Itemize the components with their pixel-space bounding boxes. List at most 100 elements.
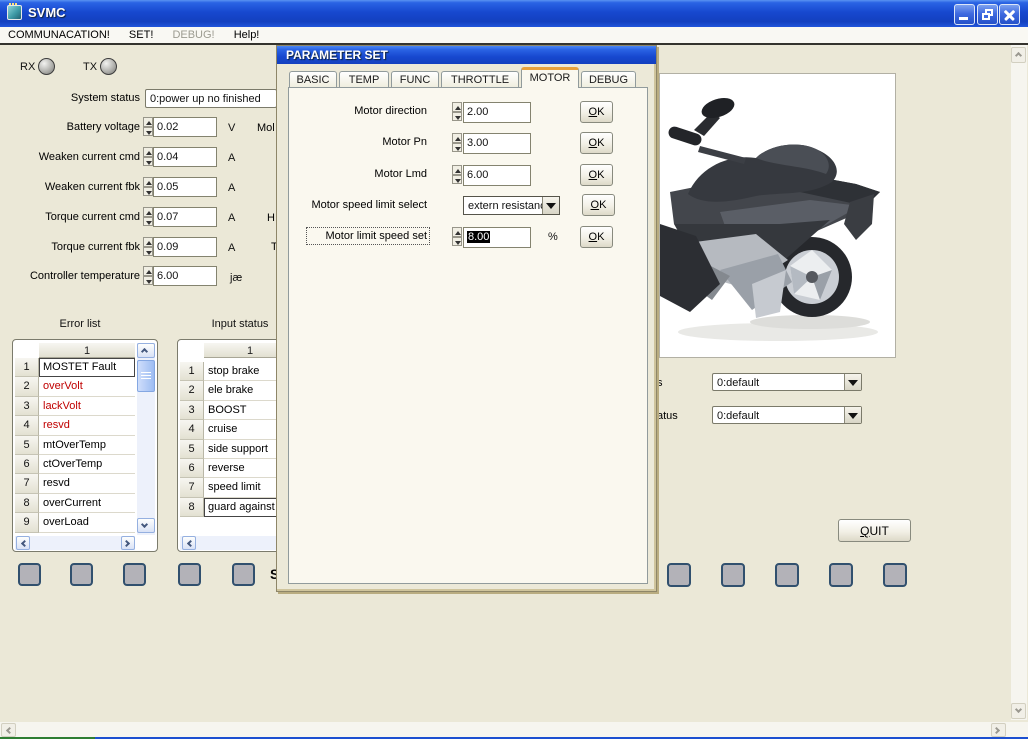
motor-pn-label: Motor Pn — [382, 136, 427, 148]
motor-speed-limit-select-ok-button[interactable]: OK — [582, 194, 615, 216]
table-row[interactable]: 6 ctOverTemp — [15, 454, 135, 475]
menu-communication[interactable]: COMMUNACATION! — [0, 27, 118, 43]
error-list-scroll-thumb[interactable] — [137, 360, 155, 392]
chevron-down-icon — [1014, 705, 1023, 714]
controller-temperature-stepper[interactable] — [143, 266, 153, 285]
motor-direction-stepper[interactable] — [452, 102, 462, 121]
main-scroll-down-button[interactable] — [1011, 703, 1026, 719]
weaken-current-cmd-stepper[interactable] — [143, 147, 153, 166]
motor-pn-stepper[interactable] — [452, 133, 462, 152]
tab-motor[interactable]: MOTOR — [521, 67, 579, 88]
right-dropdown-1[interactable]: 0:default — [712, 373, 862, 391]
main-scroll-right-button[interactable] — [991, 723, 1006, 737]
motor-pn-ok-button[interactable]: OK — [580, 132, 613, 154]
table-row[interactable]: 7 resvd — [15, 474, 135, 494]
main-vscroll[interactable] — [1011, 45, 1027, 720]
title-bar[interactable]: SVMC — [0, 0, 1028, 27]
motor-lmd-stepper[interactable] — [452, 165, 462, 184]
dialog-title-bar[interactable]: PARAMETER SET — [277, 46, 656, 64]
tab-func[interactable]: FUNC — [391, 71, 439, 87]
dropdown1-label-fragment: s — [657, 377, 663, 389]
motor-tab-page: Motor direction 2.00 OK Motor Pn 3.00 OK… — [288, 87, 648, 584]
motor-speed-limit-select-dropdown[interactable]: extern resistanc — [463, 196, 560, 215]
motor-direction-field[interactable]: 2.00 — [463, 102, 531, 123]
minimize-button[interactable] — [954, 4, 975, 25]
error-list-scroll-up-button[interactable] — [137, 343, 155, 358]
error-list-scroll-right-button[interactable] — [121, 536, 135, 550]
weaken-current-fbk-stepper[interactable] — [143, 177, 153, 196]
chevron-left-icon — [5, 726, 14, 735]
motor-pn-field[interactable]: 3.00 — [463, 133, 531, 154]
indicator-square — [721, 563, 745, 587]
table-row[interactable]: 8 overCurrent — [15, 493, 135, 514]
main-scroll-up-button[interactable] — [1011, 47, 1026, 63]
table-row[interactable]: 1 MOSTET Fault — [15, 358, 135, 378]
menu-help[interactable]: Help! — [226, 27, 268, 43]
table-row[interactable]: 4 resvd — [15, 416, 135, 436]
weaken-current-cmd-field[interactable]: 0.04 — [153, 147, 217, 167]
tx-led — [100, 58, 117, 75]
error-list-scroll-down-button[interactable] — [137, 518, 155, 533]
right-dropdown-2[interactable]: 0:default — [712, 406, 862, 424]
table-row[interactable]: 2 overVolt — [15, 377, 135, 397]
tab-basic[interactable]: BASIC — [289, 71, 337, 87]
battery-voltage-field[interactable]: 0.02 — [153, 117, 217, 137]
torque-current-cmd-stepper[interactable] — [143, 207, 153, 226]
indicator-square — [667, 563, 691, 587]
motor-limit-speed-set-unit: % — [548, 231, 558, 243]
chevron-right-icon — [122, 539, 131, 548]
weaken-current-fbk-field[interactable]: 0.05 — [153, 177, 217, 197]
main-scroll-left-button[interactable] — [1, 723, 16, 737]
controller-temperature-label: Controller temperature — [29, 270, 140, 282]
error-list-scroll-left-button[interactable] — [16, 536, 30, 550]
error-list-title: Error list — [59, 318, 101, 330]
controller-temperature-field[interactable]: 6.00 — [153, 266, 217, 286]
tab-temp[interactable]: TEMP — [339, 71, 389, 87]
motor-lmd-label: Motor Lmd — [374, 168, 427, 180]
minimize-icon — [959, 17, 968, 20]
motor-limit-speed-set-field[interactable]: 8.00 — [463, 227, 531, 248]
torque-current-fbk-field[interactable]: 0.09 — [153, 237, 217, 257]
chevron-down-icon[interactable] — [844, 407, 861, 423]
motorcycle-illustration — [660, 97, 880, 341]
torque-current-cmd-field[interactable]: 0.07 — [153, 207, 217, 227]
indicator-square — [883, 563, 907, 587]
controller-temperature-unit: jæ — [230, 272, 243, 284]
motor-lmd-ok-button[interactable]: OK — [580, 164, 613, 186]
weaken-current-fbk-label: Weaken current fbk — [44, 181, 140, 193]
motor-direction-label: Motor direction — [354, 105, 427, 117]
input-status-scroll-left-button[interactable] — [182, 536, 196, 550]
torque-current-fbk-stepper[interactable] — [143, 237, 153, 256]
error-list-col-header[interactable]: 1 — [39, 343, 135, 358]
table-row[interactable]: 5 mtOverTemp — [15, 435, 135, 455]
app-window: SVMC COMMUNACATION! SET! DEBUG! Help! RX… — [0, 0, 1028, 739]
indicator-square — [178, 563, 201, 586]
chevron-left-icon — [186, 539, 195, 548]
menu-set[interactable]: SET! — [121, 27, 161, 43]
input-status-title: Input status — [211, 318, 269, 330]
restore-button[interactable] — [977, 4, 998, 25]
dropdown2-label-fragment: atus — [657, 410, 678, 422]
motor-direction-ok-button[interactable]: OK — [580, 101, 613, 123]
error-list-rows: 1 MOSTET Fault 2 overVolt 3 lackVolt 4 resvd… — [15, 358, 135, 533]
chevron-down-icon[interactable] — [844, 374, 861, 390]
motor-lmd-field[interactable]: 6.00 — [463, 165, 531, 186]
chevron-down-icon — [140, 520, 149, 529]
table-row[interactable]: 9 overLoad — [15, 513, 135, 533]
tab-throttle[interactable]: THROTTLE — [441, 71, 519, 87]
system-status-dropdown[interactable]: 0:power up no finished — [145, 89, 277, 108]
motor-limit-speed-set-ok-button[interactable]: OK — [580, 226, 613, 248]
close-button[interactable] — [999, 4, 1020, 25]
table-row[interactable]: 3 lackVolt — [15, 396, 135, 417]
indicator-square — [829, 563, 853, 587]
motor-limit-speed-set-stepper[interactable] — [452, 227, 462, 246]
tab-debug[interactable]: DEBUG — [581, 71, 636, 87]
torque-current-cmd-label: Torque current cmd — [45, 211, 140, 223]
chevron-down-icon[interactable] — [542, 197, 559, 214]
indicator-square — [70, 563, 93, 586]
main-hscroll[interactable] — [0, 722, 1028, 738]
quit-button[interactable]: QUIT — [838, 519, 911, 542]
battery-voltage-stepper[interactable] — [143, 117, 153, 136]
chevron-up-icon — [140, 347, 149, 356]
error-list-hscroll[interactable] — [15, 536, 135, 550]
